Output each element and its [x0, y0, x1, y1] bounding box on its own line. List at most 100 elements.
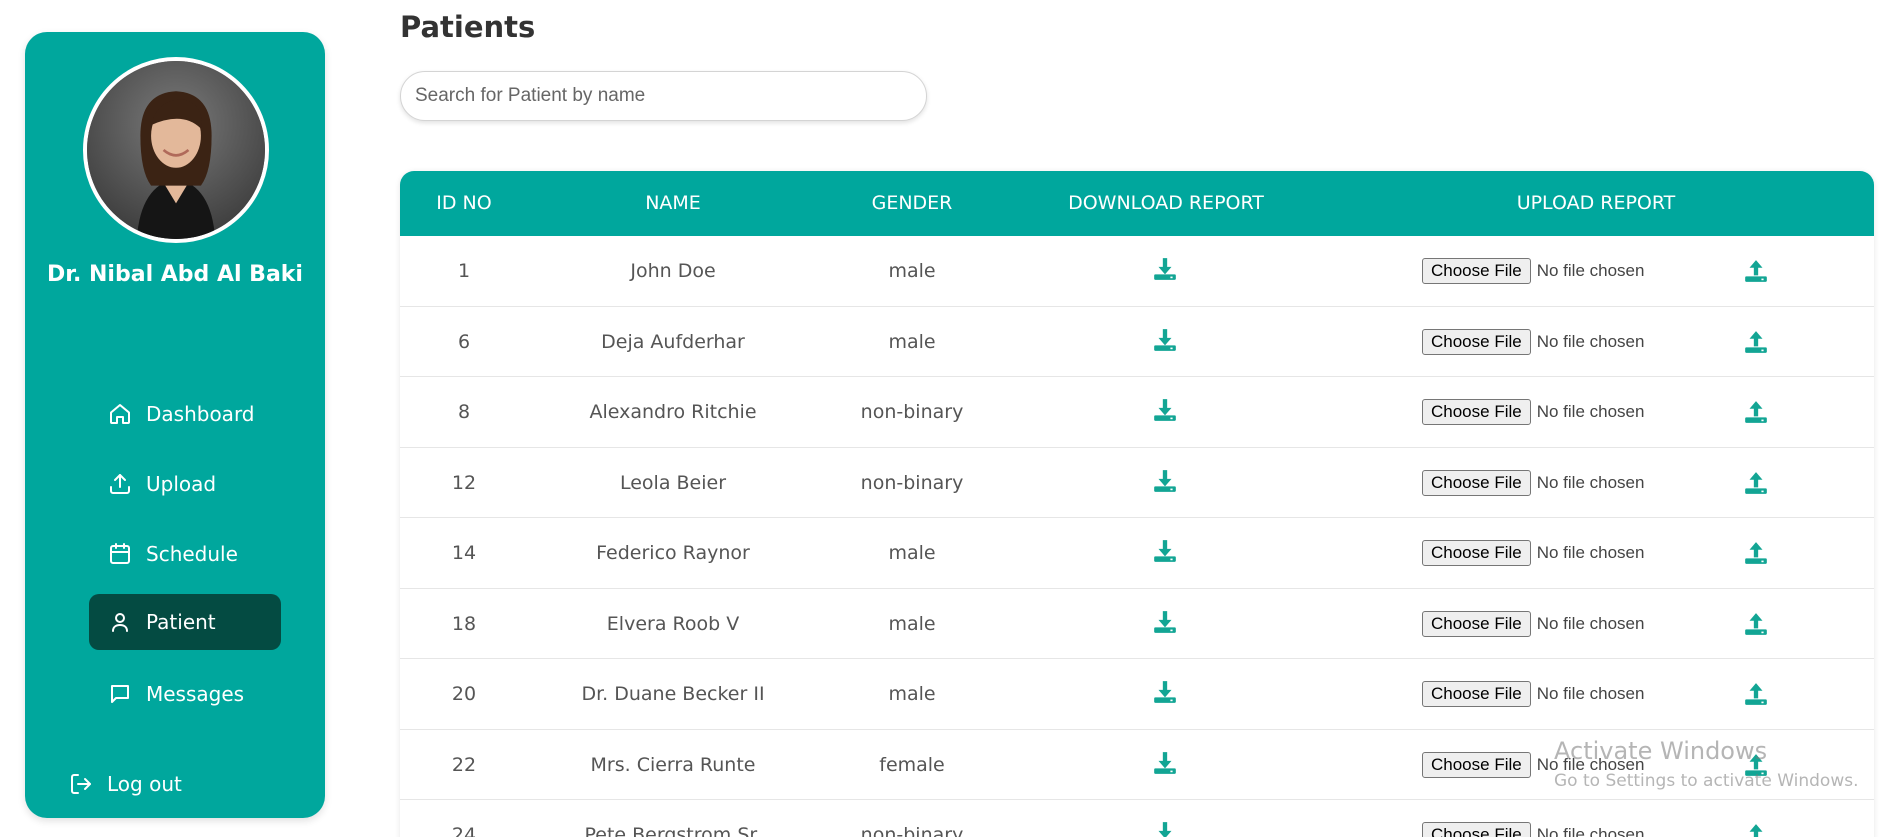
download-report-button[interactable] [1152, 750, 1178, 776]
header-name: NAME [645, 192, 701, 214]
download-report-button[interactable] [1152, 679, 1178, 705]
upload-report-button[interactable] [1743, 329, 1769, 355]
choose-file-button[interactable]: Choose File [1422, 258, 1531, 284]
cell-name: Elvera Roob V [606, 612, 740, 635]
upload-report-button[interactable] [1743, 681, 1769, 707]
file-input[interactable]: Choose File No file chosen [1422, 589, 1644, 659]
sidebar-item-label: Messages [146, 682, 245, 706]
download-icon [1152, 256, 1178, 282]
file-status: No file chosen [1536, 825, 1645, 837]
cell-id: 14 [451, 542, 477, 564]
file-input[interactable]: Choose File No file chosen [1422, 236, 1644, 306]
table-row: 6 Deja Aufderhar male Choose File No file ch… [400, 307, 1874, 377]
cell-id: 6 [457, 330, 471, 353]
table-header: ID NO NAME GENDER DOWNLOAD REPORT UPLOAD… [400, 171, 1874, 236]
upload-report-icon [1743, 258, 1769, 284]
cell-id: 20 [451, 683, 477, 705]
upload-report-button[interactable] [1743, 470, 1769, 496]
file-input[interactable]: Choose File No file chosen [1422, 518, 1644, 588]
cell-id: 12 [451, 471, 477, 494]
file-input[interactable]: Choose File No file chosen [1422, 307, 1644, 377]
upload-report-icon [1743, 470, 1769, 496]
download-report-button[interactable] [1152, 820, 1178, 837]
choose-file-button[interactable]: Choose File [1422, 822, 1531, 837]
upload-report-icon [1743, 399, 1769, 425]
cell-gender: non-binary [860, 471, 964, 494]
file-status: No file chosen [1536, 684, 1645, 703]
cell-name: Federico Raynor [596, 542, 750, 564]
cell-id: 1 [457, 260, 471, 282]
choose-file-button[interactable]: Choose File [1422, 399, 1531, 425]
table-row: 24 Pete Bergstrom Sr. non-binary Choose Fil… [400, 800, 1874, 837]
cell-name: Pete Bergstrom Sr. [584, 824, 762, 837]
cell-name: Mrs. Cierra Runte [590, 753, 756, 776]
table-row: 12 Leola Beier non-binary Choose File No fil… [400, 448, 1874, 518]
logout-button[interactable]: Log out [69, 756, 261, 812]
message-icon [108, 682, 132, 706]
download-icon [1152, 468, 1178, 494]
calendar-icon [108, 542, 132, 566]
download-report-button[interactable] [1152, 609, 1178, 635]
cell-name: Leola Beier [619, 471, 727, 494]
header-gender: GENDER [871, 192, 953, 214]
download-report-button[interactable] [1152, 468, 1178, 494]
cell-gender: male [888, 260, 936, 282]
download-icon [1152, 750, 1178, 776]
file-status: No file chosen [1536, 261, 1645, 280]
file-status: No file chosen [1536, 331, 1645, 351]
choose-file-button[interactable]: Choose File [1422, 540, 1531, 566]
cell-name: Deja Aufderhar [601, 330, 745, 353]
activate-windows-subtext: Go to Settings to activate Windows. [1554, 771, 1859, 791]
download-report-button[interactable] [1152, 256, 1178, 282]
upload-report-button[interactable] [1743, 611, 1769, 637]
cell-name: John Doe [630, 260, 716, 282]
table-row: 1 John Doe male Choose File No file chosen [400, 236, 1874, 307]
cell-gender: male [888, 612, 936, 635]
activate-windows-watermark: Activate Windows [1554, 737, 1768, 765]
sidebar-item-label: Dashboard [146, 402, 255, 426]
upload-report-button[interactable] [1743, 822, 1769, 837]
sidebar-item-dashboard[interactable]: Dashboard [89, 386, 281, 442]
cell-id: 22 [451, 753, 477, 776]
choose-file-button[interactable]: Choose File [1422, 328, 1531, 355]
choose-file-button[interactable]: Choose File [1422, 469, 1531, 496]
doctor-photo [87, 61, 265, 239]
sidebar-item-schedule[interactable]: Schedule [89, 526, 281, 582]
upload-report-button[interactable] [1743, 540, 1769, 566]
upload-icon [108, 472, 132, 496]
file-input[interactable]: Choose File No file chosen [1422, 448, 1644, 518]
upload-report-button[interactable] [1743, 399, 1769, 425]
upload-report-icon [1743, 822, 1769, 837]
download-icon [1152, 679, 1178, 705]
file-input[interactable]: Choose File No file chosen [1422, 377, 1644, 447]
sidebar-item-label: Upload [146, 472, 217, 496]
home-icon [108, 402, 132, 426]
cell-gender: non-binary [860, 401, 964, 423]
file-input[interactable]: Choose File No file chosen [1422, 659, 1644, 729]
file-status: No file chosen [1536, 472, 1645, 492]
choose-file-button[interactable]: Choose File [1422, 681, 1531, 707]
upload-report-icon [1743, 611, 1769, 637]
upload-report-button[interactable] [1743, 258, 1769, 284]
avatar [83, 57, 269, 243]
sidebar-item-upload[interactable]: Upload [89, 456, 281, 512]
sidebar-item-patient[interactable]: Patient [89, 594, 281, 650]
choose-file-button[interactable]: Choose File [1422, 610, 1531, 637]
header-upload-report: UPLOAD REPORT [1516, 192, 1676, 214]
file-input[interactable]: Choose File No file chosen [1422, 800, 1644, 837]
cell-id: 18 [451, 612, 477, 635]
table-row: 18 Elvera Roob V male Choose File No file ch… [400, 589, 1874, 659]
cell-id: 8 [457, 401, 471, 423]
user-icon [108, 610, 132, 634]
download-report-button[interactable] [1152, 397, 1178, 423]
choose-file-button[interactable]: Choose File [1422, 751, 1531, 778]
upload-report-icon [1743, 681, 1769, 707]
download-report-button[interactable] [1152, 538, 1178, 564]
file-status: No file chosen [1536, 613, 1645, 633]
search-input[interactable] [400, 71, 927, 121]
download-report-button[interactable] [1152, 327, 1178, 353]
logout-label: Log out [107, 772, 182, 796]
sidebar-item-messages[interactable]: Messages [89, 666, 281, 722]
cell-gender: non-binary [860, 824, 964, 837]
sidebar-item-label: Patient [146, 610, 216, 634]
